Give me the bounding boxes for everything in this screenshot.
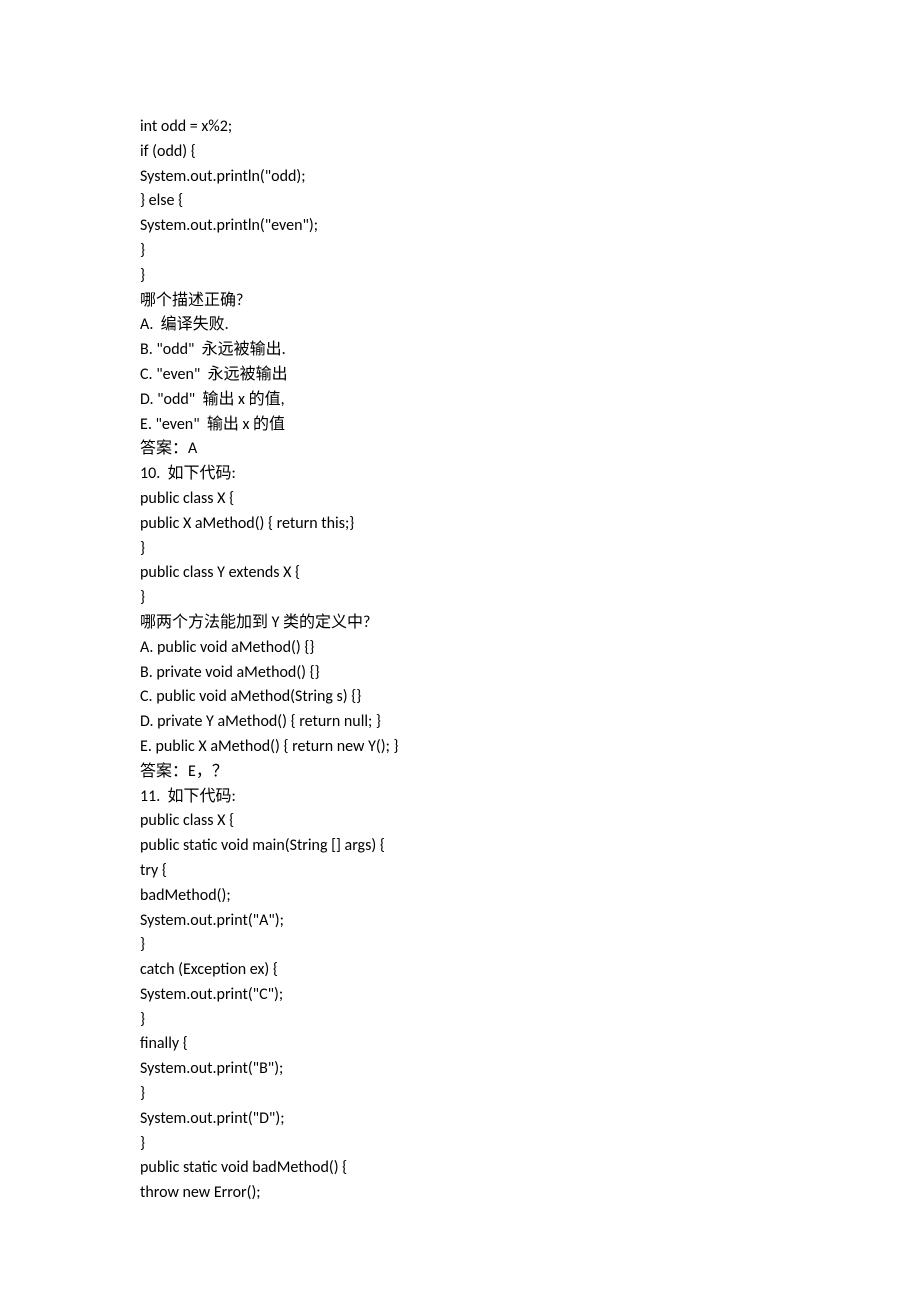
question-text: 哪两个方法能加到 Y 类的定义中? xyxy=(140,611,780,636)
code-line: try { xyxy=(140,859,780,884)
document-page: int odd = x%2; if (odd) { System.out.pri… xyxy=(0,0,920,1306)
code-line: System.out.print("A"); xyxy=(140,909,780,934)
question-label: 11. 如下代码: xyxy=(140,785,780,810)
code-line: } xyxy=(140,537,780,562)
answer-text: 答案：E，？ xyxy=(140,760,780,785)
code-line: } xyxy=(140,264,780,289)
code-line: } xyxy=(140,1132,780,1157)
code-line: } else { xyxy=(140,189,780,214)
question-label: 10. 如下代码: xyxy=(140,462,780,487)
code-line: public class X { xyxy=(140,809,780,834)
code-line: public class Y extends X { xyxy=(140,561,780,586)
code-line: int odd = x%2; xyxy=(140,115,780,140)
option-e: E. "even" 输出 x 的值 xyxy=(140,413,780,438)
code-line: } xyxy=(140,586,780,611)
code-line: } xyxy=(140,1008,780,1033)
option-b: B. private void aMethod() {} xyxy=(140,661,780,686)
code-line: catch (Exception ex) { xyxy=(140,958,780,983)
code-line: if (odd) { xyxy=(140,140,780,165)
option-e: E. public X aMethod() { return new Y(); … xyxy=(140,735,780,760)
option-a: A. 编译失败. xyxy=(140,313,780,338)
code-line: throw new Error(); xyxy=(140,1181,780,1206)
code-line: } xyxy=(140,1082,780,1107)
code-line: badMethod(); xyxy=(140,884,780,909)
code-line: public static void main(String [] args) … xyxy=(140,834,780,859)
code-line: System.out.println("odd); xyxy=(140,165,780,190)
code-line: } xyxy=(140,239,780,264)
question-text: 哪个描述正确? xyxy=(140,289,780,314)
option-d: D. private Y aMethod() { return null; } xyxy=(140,710,780,735)
code-line: finally { xyxy=(140,1032,780,1057)
option-a: A. public void aMethod() {} xyxy=(140,636,780,661)
code-line: System.out.print("C"); xyxy=(140,983,780,1008)
option-c: C. "even" 永远被输出 xyxy=(140,363,780,388)
code-line: System.out.print("B"); xyxy=(140,1057,780,1082)
option-d: D. "odd" 输出 x 的值, xyxy=(140,388,780,413)
answer-text: 答案：A xyxy=(140,437,780,462)
code-line: public static void badMethod() { xyxy=(140,1156,780,1181)
code-line: public X aMethod() { return this;} xyxy=(140,512,780,537)
code-line: } xyxy=(140,933,780,958)
option-c: C. public void aMethod(String s) {} xyxy=(140,685,780,710)
code-line: public class X { xyxy=(140,487,780,512)
code-line: System.out.print("D"); xyxy=(140,1107,780,1132)
code-line: System.out.println("even"); xyxy=(140,214,780,239)
option-b: B. "odd" 永远被输出. xyxy=(140,338,780,363)
